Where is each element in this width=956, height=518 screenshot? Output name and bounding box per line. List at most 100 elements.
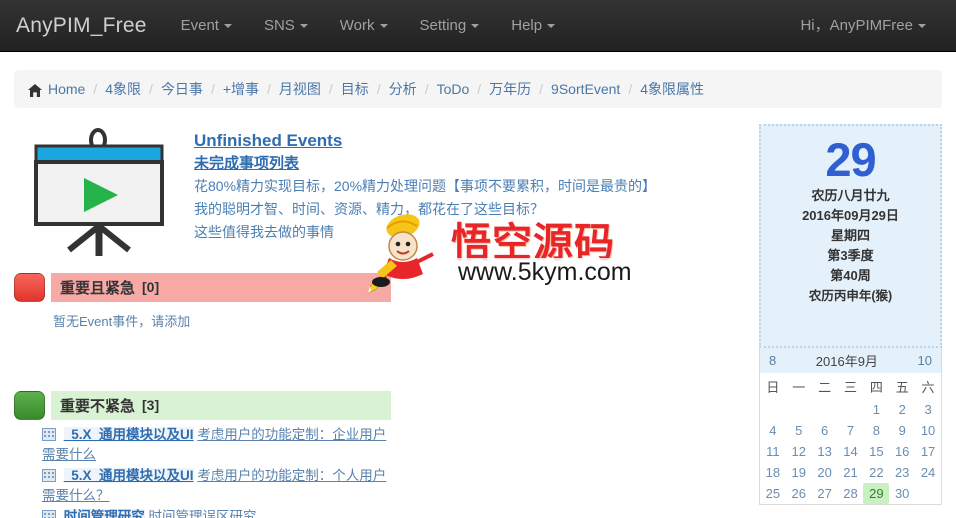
- list-item[interactable]: 时间管理研究 时间管理误区研究: [40, 507, 391, 518]
- calendar-day-cell[interactable]: 16: [889, 441, 915, 462]
- prev-month-button[interactable]: 8: [769, 353, 776, 368]
- intro-title-en[interactable]: Unfinished Events: [194, 130, 656, 152]
- nav-item-help[interactable]: Help: [495, 0, 571, 52]
- calendar-lunar-date: 农历八月廿九: [811, 188, 890, 203]
- breadcrumb-item-4quadrant-attrs[interactable]: 4象限属性: [640, 79, 704, 99]
- quadrant-header: 重要且紧急 [0]: [14, 272, 391, 302]
- event-title[interactable]: _5.X_通用模块以及UI: [63, 427, 194, 442]
- calendar-day-cell-today[interactable]: 29: [863, 483, 890, 504]
- calendar-day-cell[interactable]: 27: [812, 483, 838, 504]
- mini-calendar-header: 8 2016年9月 10: [759, 348, 941, 373]
- calendar-day-cell[interactable]: 2: [889, 399, 915, 420]
- quadrant-color-chip-green[interactable]: [14, 390, 45, 420]
- breadcrumb-separator: /: [477, 81, 482, 97]
- intro-line-2: 我的聪明才智、时间、资源、精力，都花在了这些目标？: [194, 201, 544, 217]
- list-item[interactable]: _5.X_通用模块以及UI 考虑用户的功能定制：个人用户需要什么？: [40, 466, 391, 506]
- breadcrumb-separator: /: [424, 81, 429, 97]
- calendar-day-cell[interactable]: 25: [760, 483, 786, 504]
- quadrant-count: [3]: [142, 397, 160, 413]
- calendar-day-cell[interactable]: 10: [915, 420, 941, 441]
- calendar-day-cell[interactable]: 30: [889, 483, 915, 504]
- calendar-ganzhi-year: 农历丙申年(猴): [808, 289, 893, 303]
- nav-item-work[interactable]: Work: [324, 0, 404, 52]
- calendar-day-cell[interactable]: 11: [760, 441, 786, 462]
- breadcrumb-item-perpetual-calendar[interactable]: 万年历: [489, 79, 531, 99]
- quadrant-count: [0]: [142, 279, 160, 295]
- event-title[interactable]: 时间管理研究: [63, 509, 145, 518]
- calendar-day-cell[interactable]: 13: [812, 441, 838, 462]
- calendar-week-row: 18 19 20 21 22 23 24: [760, 462, 941, 483]
- weekday-header-fri: 五: [895, 380, 909, 395]
- breadcrumb-separator: /: [539, 81, 544, 97]
- next-month-button[interactable]: 10: [918, 353, 932, 368]
- calendar-day-cell[interactable]: 21: [838, 462, 864, 483]
- calendar-day-cell[interactable]: 12: [786, 441, 812, 462]
- quadrant-header: 重要不紧急 [3]: [14, 390, 391, 420]
- calendar-day-cell[interactable]: 6: [812, 420, 838, 441]
- calendar-week-row: 4 5 6 7 8 9 10: [760, 420, 941, 441]
- calendar-day-cell[interactable]: 23: [889, 462, 915, 483]
- intro-line-3: 这些值得我去做的事情: [194, 224, 334, 240]
- quadrant-title-bar: 重要且紧急 [0]: [51, 272, 391, 302]
- brand-logo[interactable]: AnyPIM_Free: [0, 14, 165, 38]
- calendar-day-cell[interactable]: 18: [760, 462, 786, 483]
- user-menu-trigger[interactable]: Hi，AnyPIMFree: [784, 17, 942, 34]
- calendar-weekday: 星期四: [830, 228, 870, 243]
- calendar-day-cell[interactable]: 28: [838, 483, 864, 504]
- breadcrumb-item-analysis[interactable]: 分析: [389, 79, 417, 99]
- event-desc[interactable]: 时间管理误区研究: [149, 509, 257, 518]
- calendar-day-cell[interactable]: 5: [786, 420, 812, 441]
- nav-item-event-label: Event: [180, 16, 219, 34]
- main-content: Unfinished Events 未完成事项列表 花80%精力实现目标，20%…: [0, 108, 956, 518]
- calendar-day-cell[interactable]: 4: [760, 420, 786, 441]
- calendar-day-cell[interactable]: 22: [863, 462, 889, 483]
- calendar-day-cell[interactable]: 20: [812, 462, 838, 483]
- calendar-day-cell[interactable]: 19: [786, 462, 812, 483]
- breadcrumb-separator: /: [267, 81, 271, 97]
- breadcrumb-separator: /: [628, 81, 633, 97]
- top-navbar: AnyPIM_Free Event SNS Work Setting Help …: [0, 0, 956, 52]
- quadrant-title-bar: 重要不紧急 [3]: [51, 390, 391, 420]
- calendar-day-cell[interactable]: 24: [915, 462, 941, 483]
- pencil-edit-icon[interactable]: [367, 273, 388, 294]
- event-title[interactable]: _5.X_通用模块以及UI: [63, 468, 194, 483]
- quadrant-title: 重要且紧急: [60, 279, 136, 297]
- nav-item-sns[interactable]: SNS: [248, 0, 324, 52]
- breadcrumb-item-4quadrant[interactable]: 4象限: [105, 79, 141, 99]
- breadcrumb-separator: /: [328, 81, 333, 97]
- intro-title-cn[interactable]: 未完成事项列表: [194, 152, 656, 175]
- intro-block: Unfinished Events 未完成事项列表 花80%精力实现目标，20%…: [14, 124, 753, 266]
- breadcrumb-item-9sortevent[interactable]: 9SortEvent: [551, 81, 620, 97]
- breadcrumb-item-add[interactable]: +增事: [223, 79, 259, 99]
- breadcrumb-item-goal[interactable]: 目标: [341, 79, 369, 99]
- quadrant-important-urgent: 重要且紧急 [0] 暂无Event事件，请添加: [14, 272, 391, 390]
- quadrant-color-chip-red[interactable]: [14, 272, 45, 302]
- nav-item-event[interactable]: Event: [165, 0, 248, 52]
- calendar-day-cell[interactable]: 3: [915, 399, 941, 420]
- calendar-day-cell[interactable]: 15: [863, 441, 889, 462]
- calendar-day-cell[interactable]: 14: [838, 441, 864, 462]
- nav-item-setting[interactable]: Setting: [404, 0, 496, 52]
- calendar-day-cell[interactable]: 8: [863, 420, 889, 441]
- mini-calendar-body: 1 2 3 4 5 6 7 8 9 10 11 12 13 14 15 16 1…: [760, 399, 941, 504]
- calendar-day-cell[interactable]: 9: [889, 420, 915, 441]
- chevron-down-icon: [471, 23, 480, 28]
- weekday-header-wed: 三: [843, 380, 857, 395]
- calendar-day-cell[interactable]: 17: [915, 441, 941, 462]
- calendar-day-cell: [760, 399, 786, 420]
- calendar-day-cell[interactable]: 26: [786, 483, 812, 504]
- quadrant-event-list: _5.X_通用模块以及UI 考虑用户的功能定制：企业用户需要什么 _5.X_通用…: [14, 420, 391, 518]
- breadcrumb-item-home[interactable]: Home: [48, 81, 85, 97]
- breadcrumb-item-todo[interactable]: ToDo: [437, 81, 470, 97]
- calendar-day-cell[interactable]: 1: [863, 399, 889, 420]
- breadcrumb-item-monthview[interactable]: 月视图: [279, 79, 321, 99]
- home-icon: [28, 83, 42, 97]
- calendar-day-cell[interactable]: 7: [838, 420, 864, 441]
- intro-text: Unfinished Events 未完成事项列表 花80%精力实现目标，20%…: [194, 124, 656, 266]
- quadrant-title: 重要不紧急: [60, 397, 136, 415]
- calendar-event-icon: [42, 509, 56, 518]
- chevron-down-icon: [379, 23, 388, 28]
- calendar-gregorian-date: 2016年09月29日: [802, 208, 899, 223]
- breadcrumb-item-today[interactable]: 今日事: [161, 79, 203, 99]
- list-item[interactable]: _5.X_通用模块以及UI 考虑用户的功能定制：企业用户需要什么: [40, 425, 391, 465]
